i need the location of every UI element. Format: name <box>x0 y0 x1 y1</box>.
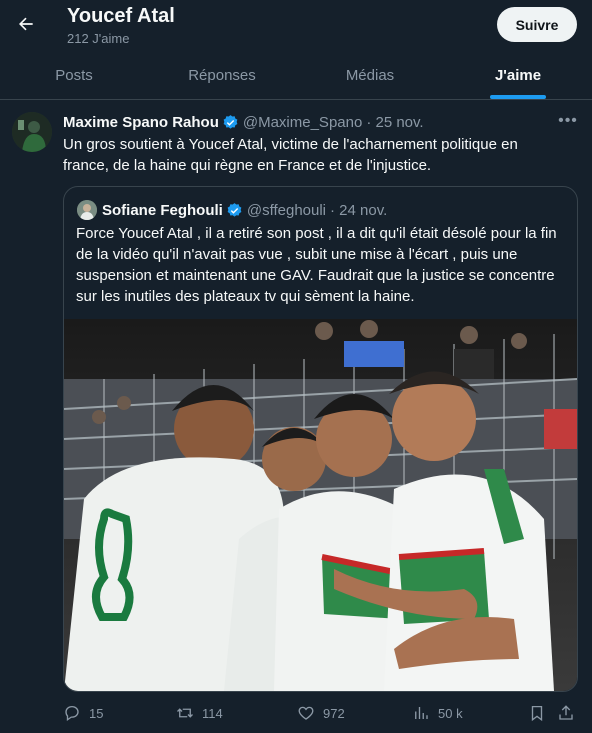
tab-label: J'aime <box>494 67 542 84</box>
retweet-button[interactable]: 114 <box>176 696 223 730</box>
bookmark-icon <box>531 705 543 722</box>
tweet-date[interactable]: · 25 nov. <box>366 114 423 131</box>
analytics-icon <box>415 707 428 719</box>
tweet-text: Un gros soutient à Youcef Atal, victime … <box>63 136 518 174</box>
verified-badge-icon <box>223 115 238 129</box>
view-count: 50 k <box>438 705 463 721</box>
verified-badge-icon <box>227 202 242 217</box>
follow-button[interactable]: Suivre <box>497 7 577 42</box>
profile-name: Youcef Atal <box>67 5 175 27</box>
share-icon <box>559 705 573 720</box>
top-bar: Youcef Atal 212 J'aime Suivre <box>0 0 592 52</box>
tweet-photo[interactable] <box>64 319 577 691</box>
active-tab-indicator <box>490 95 546 99</box>
tab-label: Posts <box>55 67 93 84</box>
bookmark-button[interactable] <box>528 696 554 730</box>
reply-count: 15 <box>89 705 104 721</box>
tweet-actions: 15 114 972 50 k <box>0 696 592 732</box>
quote-date[interactable]: · 24 nov. <box>330 202 387 219</box>
heart-icon <box>298 706 314 720</box>
quote-author-name[interactable]: Sofiane Feghouli <box>102 202 223 219</box>
back-button[interactable] <box>8 6 44 42</box>
tweet[interactable]: Maxime Spano Rahou @Maxime_Spano · 25 no… <box>0 100 592 733</box>
like-count: 972 <box>323 705 345 721</box>
author-handle[interactable]: @Maxime_Spano <box>243 114 362 131</box>
quote-avatar[interactable] <box>77 200 97 220</box>
tab-posts[interactable]: Posts <box>0 52 148 99</box>
avatar[interactable] <box>12 112 52 152</box>
more-options-icon[interactable]: ••• <box>556 112 580 132</box>
tweet-author: Maxime Spano Rahou @Maxime_Spano · 25 no… <box>63 114 424 131</box>
share-button[interactable] <box>557 696 583 730</box>
tab-label: Médias <box>345 67 395 84</box>
quote-author: Sofiane Feghouli @sffeghouli · 24 nov. <box>77 200 387 220</box>
quoted-tweet[interactable]: Sofiane Feghouli @sffeghouli · 24 nov. F… <box>63 186 578 692</box>
reply-button[interactable]: 15 <box>63 696 103 730</box>
tab-replies[interactable]: Réponses <box>148 52 296 99</box>
tab-label: Réponses <box>188 67 256 84</box>
tab-likes[interactable]: J'aime <box>444 52 592 99</box>
likes-count: 212 J'aime <box>67 31 130 46</box>
arrow-left-icon <box>19 17 33 31</box>
author-name[interactable]: Maxime Spano Rahou <box>63 114 219 131</box>
quote-author-handle[interactable]: @sffeghouli <box>247 202 326 219</box>
like-button[interactable]: 972 <box>297 696 345 730</box>
tab-media[interactable]: Médias <box>296 52 444 99</box>
retweet-icon <box>177 708 193 718</box>
profile-tabs: Posts Réponses Médias J'aime <box>0 52 592 100</box>
views-button[interactable]: 50 k <box>412 696 463 730</box>
reply-icon <box>65 705 79 722</box>
retweet-count: 114 <box>202 705 223 721</box>
quote-text: Force Youcef Atal , il a retiré son post… <box>76 225 557 305</box>
